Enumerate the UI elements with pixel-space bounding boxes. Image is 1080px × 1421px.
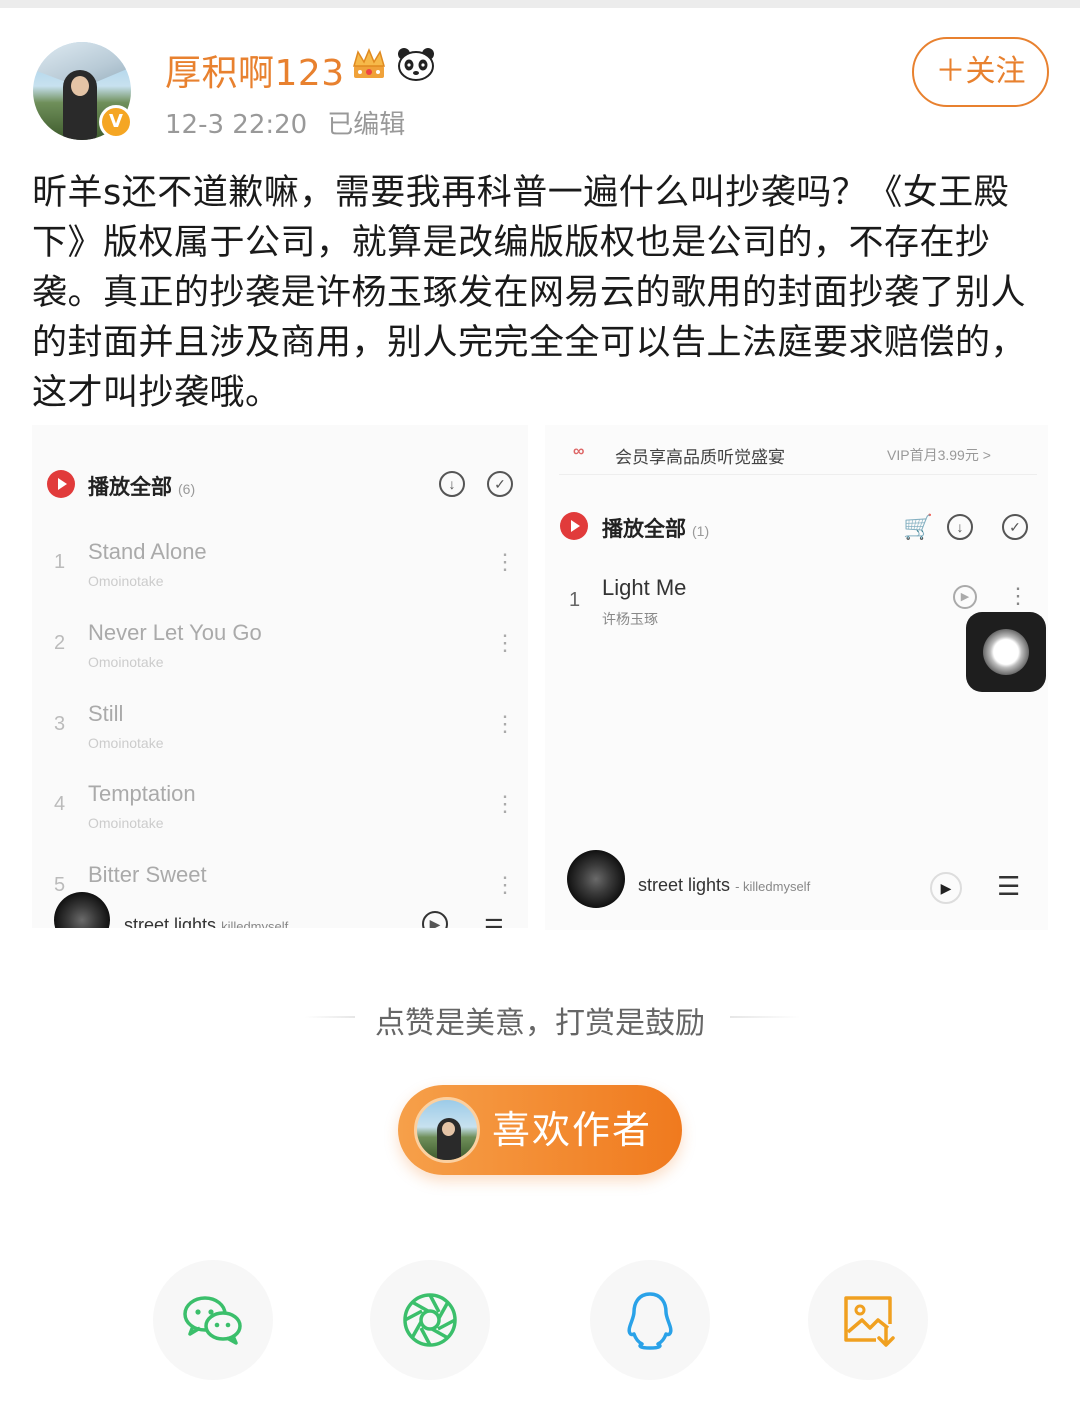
follow-button[interactable]: ＋关注 [912,37,1049,107]
author-name[interactable]: 厚积啊123 [165,44,345,96]
vip-banner: ∞ 会员享高品质听觉盛宴 VIP首月3.99元 > [559,431,1037,475]
play-icon: ▶ [930,872,962,904]
play-all-icon [560,512,588,540]
more-icon: ⋮ [494,711,516,736]
play-all-label: 播放全部 (1) [602,518,710,541]
edited-label: 已编辑 [327,110,406,140]
top-strip [0,0,1080,8]
now-playing-title: street lights killedmyself [124,915,289,928]
mv-icon: ▶ [953,585,977,609]
panda-badge-icon[interactable] [396,46,436,82]
play-all-label: 播放全部 (6) [88,476,196,499]
more-icon: ⋮ [494,549,516,574]
list-item: 3 Still Omoinotake ⋮ [54,701,516,751]
qq-icon [627,1292,673,1350]
verified-icon: V [99,105,133,139]
save-image-icon [844,1296,895,1347]
more-icon: ⋮ [494,872,516,897]
song-artist: 许杨玉琢 [602,611,658,627]
more-icon: ⋮ [494,791,516,816]
now-playing-disc [567,850,625,908]
play-all-icon [47,470,75,498]
share-qq-button[interactable] [590,1260,710,1380]
playlist-icon: ☰ [997,871,1021,901]
more-icon: ⋮ [494,630,516,655]
playlist-screenshot-left[interactable]: 播放全部 (6) ↓ ✓ 1 Stand Alone Omoinotake ⋮ 2… [32,425,528,928]
list-item: 4 Temptation Omoinotake ⋮ [54,781,516,831]
post-meta: 12-3 22:20 已编辑 [165,104,405,141]
moments-icon [403,1293,457,1347]
now-playing-title: street lights - killedmyself [638,875,811,895]
author-avatar-small [414,1097,480,1163]
share-moments-button[interactable] [370,1260,490,1380]
share-save-image-button[interactable] [808,1260,928,1380]
post-time: 12-3 22:20 [165,110,308,140]
share-wechat-button[interactable] [153,1260,273,1380]
multi-select-icon: ✓ [487,471,513,497]
song-number: 1 [569,589,581,611]
list-item: 1 Stand Alone Omoinotake ⋮ [54,539,516,589]
song-title: Light Me [602,575,687,600]
playlist-icon: ☰ [484,915,504,928]
assistive-touch-button[interactable] [966,612,1046,692]
download-vip-icon: ↓ [947,514,973,540]
cart-icon: 🛒 [903,514,933,541]
list-item: 2 Never Let You Go Omoinotake ⋮ [54,620,516,670]
more-icon: ⋮ [1007,583,1029,608]
like-author-label: 喜欢作者 [492,1108,653,1152]
reward-slogan: 点赞是美意，打赏是鼓励 [375,1006,705,1041]
download-icon: ↓ [439,471,465,497]
crown-badge-icon[interactable] [350,46,388,82]
wechat-icon [183,1296,242,1345]
post-text: 昕羊s还不道歉嘛，需要我再科普一遍什么叫抄袭吗？《女王殿下》版权属于公司，就算是… [32,173,1027,413]
multi-select-icon: ✓ [1002,514,1028,540]
like-author-button[interactable]: 喜欢作者 [398,1085,682,1175]
